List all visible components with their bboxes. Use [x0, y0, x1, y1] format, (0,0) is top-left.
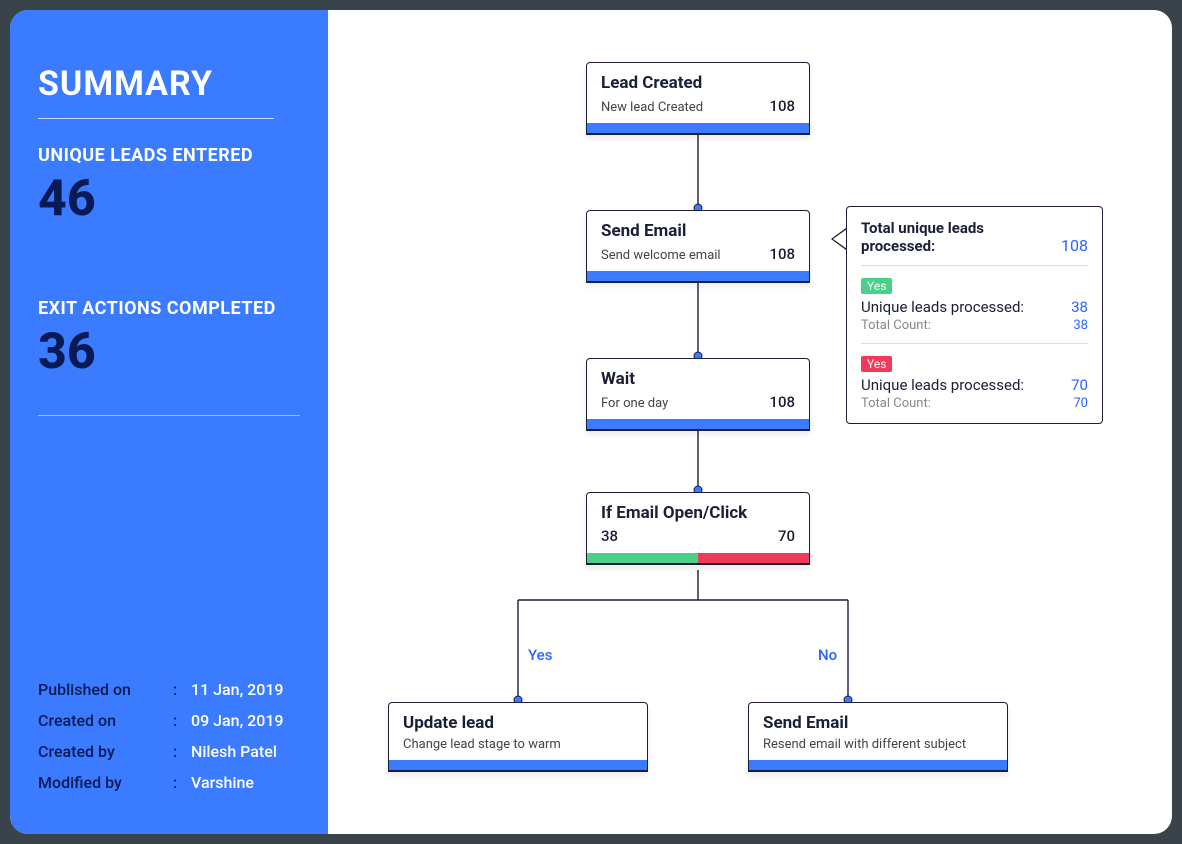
app-frame: SUMMARY UNIQUE LEADS ENTERED 46 EXIT ACT…: [10, 10, 1172, 834]
meta-created-by: Created by : Nilesh Patel: [38, 742, 308, 761]
unique-leads-label: UNIQUE LEADS ENTERED: [38, 145, 300, 166]
node-subtitle: Change lead stage to warm: [403, 737, 561, 752]
exit-actions-value: 36: [38, 323, 300, 381]
node-lead-created[interactable]: Lead Created New lead Created 108: [586, 62, 810, 135]
colon: :: [173, 773, 191, 792]
tooltip-no-value: 70: [1071, 376, 1088, 394]
node-split-bar: [587, 553, 809, 563]
divider: [861, 343, 1088, 344]
meta-val: Nilesh Patel: [191, 742, 277, 761]
flow-canvas[interactable]: Lead Created New lead Created 108 Send E…: [328, 10, 1172, 834]
summary-title: SUMMARY: [38, 64, 300, 104]
node-accent-bar: [587, 123, 809, 133]
node-subtitle: New lead Created: [601, 100, 703, 115]
tooltip-pointer: [833, 229, 847, 249]
node-subtitle: Send welcome email: [601, 248, 721, 263]
node-yes-count: 38: [601, 527, 618, 545]
branch-yes-label: Yes: [528, 646, 552, 664]
divider: [861, 265, 1088, 266]
node-title: Lead Created: [601, 73, 795, 93]
node-title: If Email Open/Click: [601, 503, 795, 523]
tooltip-no-count-value: 70: [1073, 396, 1088, 411]
meta-block: Published on : 11 Jan, 2019 Created on :…: [38, 680, 308, 804]
split-no-segment: [698, 553, 809, 563]
divider: [38, 415, 300, 416]
meta-created-on: Created on : 09 Jan, 2019: [38, 711, 308, 730]
node-accent-bar: [587, 271, 809, 281]
meta-val: 11 Jan, 2019: [191, 680, 284, 699]
colon: :: [173, 742, 191, 761]
colon: :: [173, 680, 191, 699]
node-no-count: 70: [778, 527, 795, 545]
unique-leads-value: 46: [38, 170, 300, 228]
divider: [38, 118, 274, 119]
badge-yes: Yes: [861, 278, 892, 294]
node-count: 108: [769, 393, 795, 411]
node-title: Send Email: [763, 713, 993, 733]
meta-val: Varshine: [191, 773, 254, 792]
node-title: Send Email: [601, 221, 795, 241]
meta-val: 09 Jan, 2019: [191, 711, 284, 730]
node-title: Update lead: [403, 713, 633, 733]
summary-sidebar: SUMMARY UNIQUE LEADS ENTERED 46 EXIT ACT…: [10, 10, 328, 834]
node-count: 108: [769, 245, 795, 263]
tooltip-total-value: 108: [1061, 236, 1088, 255]
meta-modified-by: Modified by : Varshine: [38, 773, 308, 792]
split-yes-segment: [587, 553, 698, 563]
node-accent-bar: [749, 760, 1007, 770]
colon: :: [173, 711, 191, 730]
meta-key: Created by: [38, 742, 173, 761]
node-accent-bar: [389, 760, 647, 770]
tooltip-yes-value: 38: [1071, 298, 1088, 316]
node-count: 108: [769, 97, 795, 115]
exit-actions-label: EXIT ACTIONS COMPLETED: [38, 298, 300, 319]
branch-no-label: No: [818, 646, 837, 664]
node-subtitle: For one day: [601, 396, 668, 411]
node-stats-tooltip: Total unique leads processed: 108 Yes Un…: [846, 206, 1103, 424]
badge-no: Yes: [861, 356, 892, 372]
node-update-lead[interactable]: Update lead Change lead stage to warm: [388, 702, 648, 772]
tooltip-yes-count-label: Total Count:: [861, 318, 931, 333]
meta-key: Modified by: [38, 773, 173, 792]
meta-published-on: Published on : 11 Jan, 2019: [38, 680, 308, 699]
node-subtitle: Resend email with different subject: [763, 737, 966, 752]
tooltip-no-count-label: Total Count:: [861, 396, 931, 411]
tooltip-total-label: Total unique leads processed:: [861, 219, 1041, 255]
tooltip-no-label: Unique leads processed:: [861, 376, 1024, 394]
meta-key: Published on: [38, 680, 173, 699]
node-if-email-open[interactable]: If Email Open/Click 38 70: [586, 492, 810, 565]
node-accent-bar: [587, 419, 809, 429]
node-title: Wait: [601, 369, 795, 389]
meta-key: Created on: [38, 711, 173, 730]
tooltip-yes-label: Unique leads processed:: [861, 298, 1024, 316]
node-resend-email[interactable]: Send Email Resend email with different s…: [748, 702, 1008, 772]
node-send-email[interactable]: Send Email Send welcome email 108: [586, 210, 810, 283]
node-wait[interactable]: Wait For one day 108: [586, 358, 810, 431]
tooltip-yes-count-value: 38: [1073, 318, 1088, 333]
